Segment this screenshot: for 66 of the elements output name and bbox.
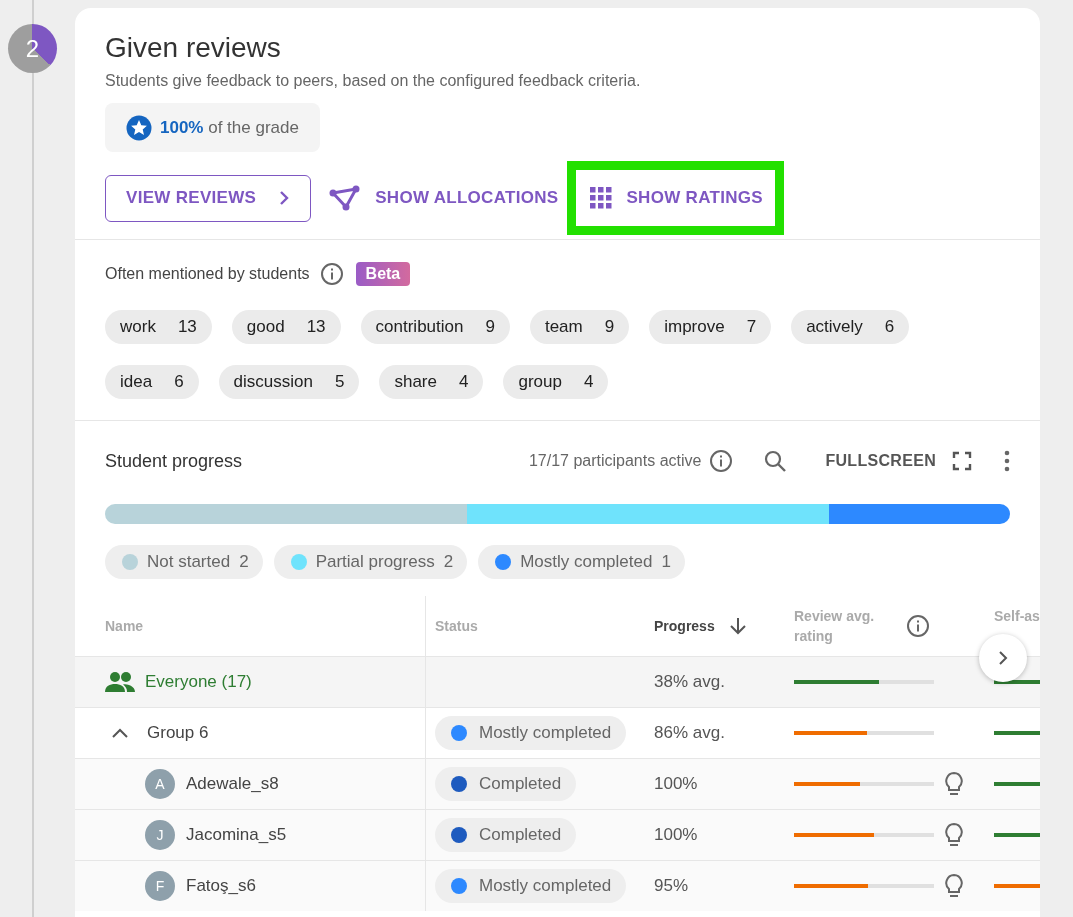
people-icon (105, 671, 135, 693)
avatar: F (145, 871, 175, 901)
keyword-chip[interactable]: contribution 9 (360, 310, 510, 344)
student-name[interactable]: Jacomina_s5 (186, 825, 287, 845)
lightbulb-icon[interactable] (944, 822, 964, 848)
participants-count: 17/17 participants active (528, 452, 702, 470)
legend-label: Mostly completed (520, 552, 653, 572)
step-indicator: 2 (8, 24, 57, 73)
student-name[interactable]: Adewale_s8 (186, 774, 279, 794)
keyword-chip[interactable]: group 4 (503, 365, 609, 399)
legend-label: Not started (147, 552, 231, 572)
legend-chip[interactable]: Not started 2 (105, 545, 263, 579)
lightbulb-icon[interactable] (944, 873, 964, 899)
keyword-chip[interactable]: improve 7 (649, 310, 772, 344)
show-allocations-button[interactable]: SHOW ALLOCATIONS (329, 185, 559, 211)
legend-label: Partial progress (315, 552, 435, 572)
status-chip: Completed (435, 818, 577, 852)
legend-count: 1 (661, 552, 671, 572)
chevron-up-icon[interactable] (111, 727, 129, 739)
network-icon (329, 185, 362, 211)
grade-text: 100% of the grade (160, 117, 299, 138)
student-name[interactable]: Fatoş_s6 (186, 876, 256, 896)
avatar: J (145, 820, 175, 850)
column-header[interactable]: Progress (654, 618, 715, 634)
legend-chip[interactable]: Partial progress 2 (273, 545, 468, 579)
chevron-right-icon (278, 190, 291, 206)
section-title: Student progress (105, 450, 244, 472)
status-chip: Completed (435, 767, 577, 801)
fullscreen-button[interactable]: FULLSCREEN (825, 451, 972, 471)
keyword-chip[interactable]: actively 6 (791, 310, 910, 344)
more-icon[interactable] (1004, 450, 1010, 472)
keyword-chip[interactable]: work 13 (105, 310, 212, 344)
group-name[interactable]: Group 6 (147, 723, 209, 743)
scroll-right-button[interactable] (979, 634, 1027, 682)
keyword-chip[interactable]: share 4 (379, 365, 484, 399)
progress-value: 86% avg. (654, 723, 725, 743)
row-name[interactable]: Everyone (17) (145, 672, 252, 692)
keyword-chip[interactable]: good 13 (231, 310, 341, 344)
info-icon[interactable] (319, 262, 344, 286)
legend-count: 2 (443, 552, 454, 572)
progress-value: 38% avg. (654, 672, 725, 692)
progress-value: 95% (654, 876, 689, 896)
fullscreen-icon (952, 451, 972, 471)
progress-value: 100% (654, 825, 698, 845)
mentions-label: Often mentioned by students (105, 265, 310, 283)
grid-icon (590, 187, 613, 209)
view-reviews-button[interactable]: VIEW REVIEWS (105, 174, 312, 222)
sort-arrow-icon[interactable] (728, 616, 747, 636)
legend-count: 2 (239, 552, 249, 572)
legend-chip[interactable]: Mostly completed 1 (478, 545, 685, 579)
search-icon[interactable] (763, 449, 788, 473)
status-chip: Mostly completed (435, 869, 627, 903)
info-icon[interactable] (709, 449, 734, 473)
info-icon[interactable] (906, 614, 930, 638)
beta-badge: Beta (355, 262, 411, 286)
keyword-chip[interactable]: team 9 (529, 310, 630, 344)
lightbulb-icon[interactable] (944, 771, 964, 797)
progress-value: 100% (654, 774, 698, 794)
keyword-chip[interactable]: idea 6 (105, 365, 199, 399)
chevron-right-icon (998, 650, 1008, 666)
card-title: Given reviews (105, 31, 282, 65)
show-ratings-button[interactable]: SHOW RATINGS (590, 187, 763, 209)
status-chip: Mostly completed (435, 716, 627, 750)
avatar: A (145, 769, 175, 799)
keyword-chip[interactable]: discussion 5 (218, 365, 360, 399)
card-subtitle: Students give feedback to peers, based on the configured feedback criteria. (105, 72, 642, 90)
